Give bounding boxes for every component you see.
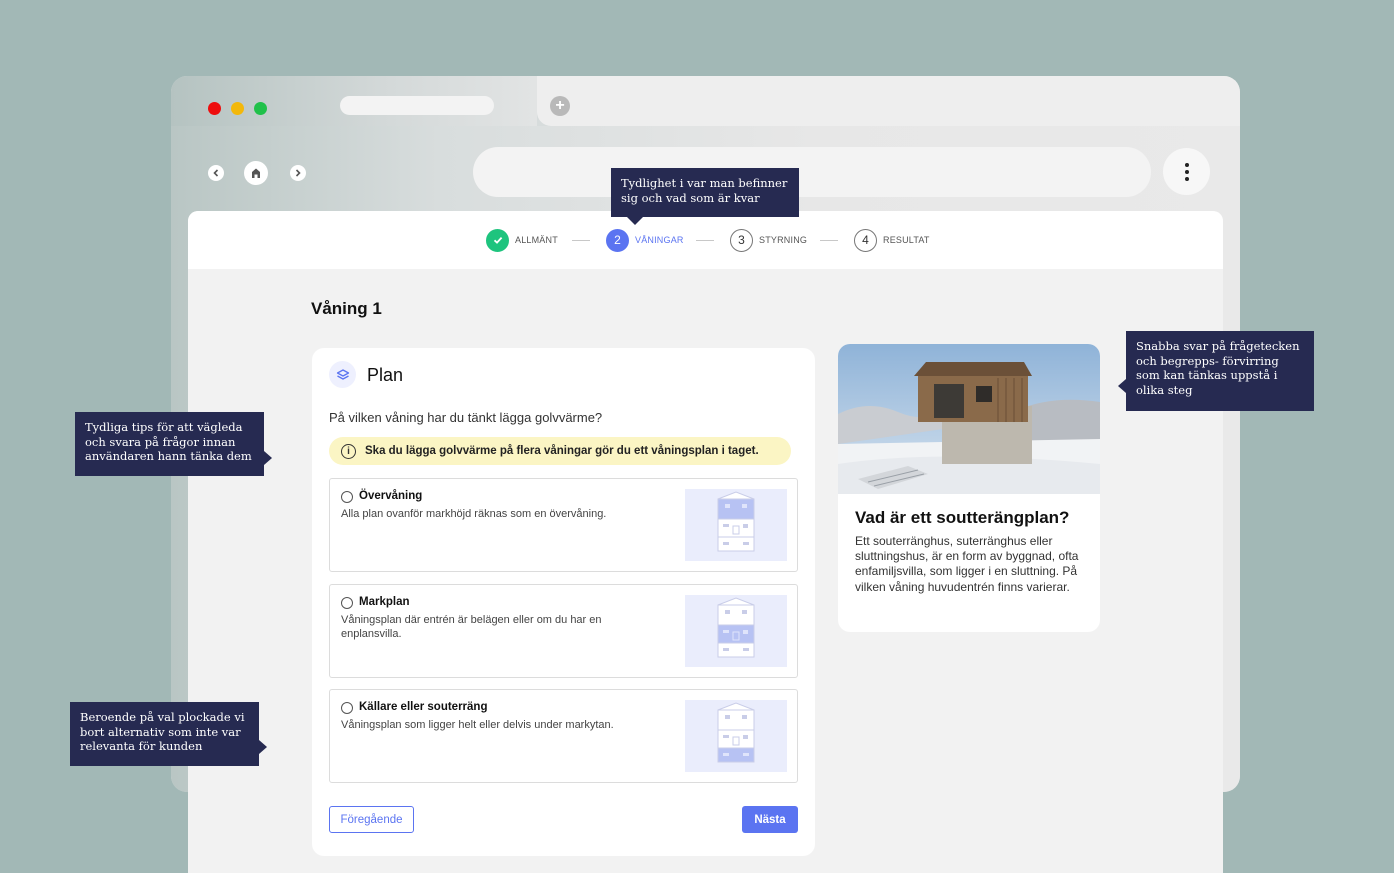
plan-card: Plan På vilken våning har du tänkt lägga… (312, 348, 815, 856)
house-illustration (685, 595, 787, 667)
home-icon (252, 168, 260, 178)
info-icon: i (341, 443, 356, 459)
page-title: Våning 1 (311, 299, 382, 318)
option-description: Våningsplan som ligger helt eller delvis… (341, 719, 614, 731)
step-label: VÅNINGAR (635, 235, 684, 245)
step-label: RESULTAT (883, 235, 930, 245)
radio-button[interactable] (341, 491, 353, 503)
radio-button[interactable] (341, 597, 353, 609)
next-button[interactable]: Nästa (742, 806, 798, 833)
callout-info-card: Snabba svar på frågetecken och begrepps-… (1118, 331, 1314, 411)
forward-arrow-icon (295, 169, 301, 177)
new-tab-button[interactable]: + (550, 96, 570, 116)
tab-strip (537, 76, 1240, 126)
browser-menu-button[interactable] (1163, 148, 1210, 195)
callout-text: Beroende på val plockade vi bort alterna… (80, 710, 245, 753)
house-illustration (685, 700, 787, 772)
address-bar[interactable] (473, 147, 1151, 197)
option-title: Källare eller souterräng (359, 701, 488, 713)
option-description: Våningsplan där entrén är belägen eller … (341, 614, 602, 640)
step-styrning[interactable]: 3 STYRNING (730, 228, 807, 252)
house-illustration (685, 489, 787, 561)
forward-button[interactable] (290, 165, 306, 181)
house-photo (838, 344, 1100, 494)
minimize-window-button[interactable] (231, 102, 244, 115)
step-circle: 2 (606, 228, 629, 252)
option-title: Övervåning (359, 490, 423, 502)
step-circle (486, 228, 509, 252)
step-label: ALLMÄNT (515, 235, 558, 245)
plus-icon: + (555, 97, 565, 114)
callout-text: Tydlighet i var man befinner sig och vad… (621, 176, 788, 205)
callout-text: Tydliga tips för att vägleda och svara p… (85, 420, 252, 463)
option-kallare[interactable]: Källare eller souterräng Våningsplan som… (329, 689, 798, 783)
callout-options: Beroende på val plockade vi bort alterna… (70, 702, 267, 766)
layers-icon (336, 368, 349, 380)
callout-pointer (1118, 379, 1126, 393)
option-overvaning[interactable]: Övervåning Alla plan ovanför markhöjd rä… (329, 478, 798, 572)
step-divider (696, 240, 714, 241)
close-window-button[interactable] (208, 102, 221, 115)
step-circle: 3 (730, 228, 753, 252)
callout-pointer (627, 217, 643, 225)
step-divider (820, 240, 838, 241)
step-resultat[interactable]: 4 RESULTAT (854, 228, 930, 252)
card-title: Plan (367, 365, 404, 385)
info-text: Ett souterränghus, suterränghus eller sl… (855, 534, 1079, 594)
check-icon (493, 236, 502, 244)
option-description: Alla plan ovanför markhöjd räknas som en… (341, 508, 607, 520)
maximize-window-button[interactable] (254, 102, 267, 115)
home-button[interactable] (244, 161, 268, 185)
callout-pointer (264, 451, 272, 465)
option-title: Markplan (359, 596, 410, 608)
step-vaningar[interactable]: 2 VÅNINGAR (606, 228, 684, 252)
previous-button[interactable]: Föregående (329, 806, 414, 833)
browser-tab[interactable] (340, 96, 494, 115)
callout-text: Snabba svar på frågetecken och begrepps-… (1136, 339, 1300, 397)
back-arrow-icon (213, 169, 219, 177)
step-circle: 4 (854, 228, 877, 252)
back-button[interactable] (208, 165, 224, 181)
option-markplan[interactable]: Markplan Våningsplan där entrén är beläg… (329, 584, 798, 678)
step-allmant[interactable]: ALLMÄNT (486, 228, 558, 252)
plan-icon-badge (329, 361, 356, 388)
step-label: STYRNING (759, 235, 808, 245)
info-card: Vad är ett soutterängplan? Ett souterrän… (838, 344, 1100, 632)
callout-pointer (259, 740, 267, 754)
radio-button[interactable] (341, 702, 353, 714)
callout-tip: Tydliga tips för att vägleda och svara p… (75, 412, 272, 476)
progress-stepper: ALLMÄNT 2 VÅNINGAR 3 STYRNING 4 RESULTAT (188, 211, 1223, 269)
callout-stepper: Tydlighet i var man befinner sig och vad… (611, 168, 799, 225)
step-divider (572, 240, 590, 241)
page-content: ALLMÄNT 2 VÅNINGAR 3 STYRNING 4 RESULTAT… (188, 211, 1223, 873)
more-vertical-icon (1184, 162, 1189, 181)
tip-text: Ska du lägga golvvärme på flera våningar… (365, 445, 759, 457)
info-title: Vad är ett soutterängplan? (855, 508, 1070, 527)
question-text: På vilken våning har du tänkt lägga golv… (329, 410, 603, 425)
tip-banner: i Ska du lägga golvvärme på flera våning… (329, 437, 791, 465)
